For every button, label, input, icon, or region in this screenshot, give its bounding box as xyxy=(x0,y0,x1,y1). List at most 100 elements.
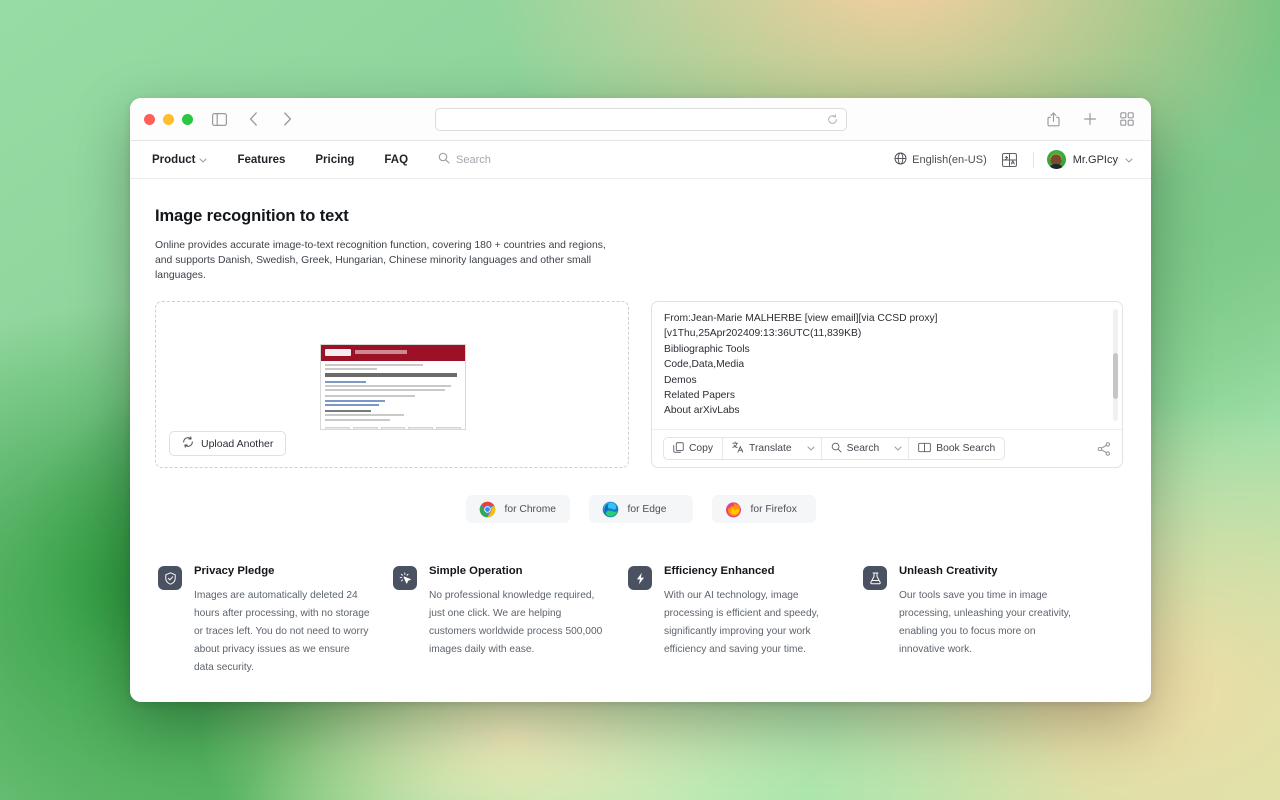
globe-icon xyxy=(894,152,907,168)
page-description: Online provides accurate image-to-text r… xyxy=(155,240,606,281)
ocr-result-text[interactable]: From:Jean-Marie MALHERBE [view email][vi… xyxy=(652,302,1122,429)
feature-title: Privacy Pledge xyxy=(194,565,275,577)
new-tab-button[interactable] xyxy=(1080,109,1100,129)
result-line: From:Jean-Marie MALHERBE [view email][vi… xyxy=(664,313,938,324)
result-scrollbar-thumb[interactable] xyxy=(1113,353,1118,399)
tab-overview-icon[interactable] xyxy=(1117,109,1137,129)
feature-card-creativity: Unleash Creativity Our tools save you ti… xyxy=(863,565,1098,677)
result-line: Related Papers xyxy=(664,390,735,402)
result-line: Bibliographic Tools xyxy=(664,343,750,355)
close-window-button[interactable] xyxy=(144,113,155,125)
search-icon xyxy=(438,152,450,167)
refresh-upload-icon xyxy=(182,436,194,451)
feature-description: Our tools save you time in image process… xyxy=(899,590,1071,655)
copy-label: Copy xyxy=(689,443,714,454)
page-title: Image recognition to text xyxy=(155,207,349,225)
result-line: Demos xyxy=(664,374,697,386)
thumbnail-body xyxy=(321,361,465,429)
address-bar-container xyxy=(434,107,847,131)
browser-extension-buttons: for Chrome for Edge for Firefox xyxy=(155,495,1126,523)
share-icon[interactable] xyxy=(1043,109,1063,129)
thumbnail-header-bar xyxy=(321,345,465,361)
cursor-click-icon xyxy=(393,566,417,590)
book-search-label: Book Search xyxy=(936,443,996,454)
share-nodes-icon[interactable] xyxy=(1097,441,1111,456)
feature-card-simple-operation: Simple Operation No professional knowled… xyxy=(393,565,628,677)
browser-nav-controls xyxy=(209,109,297,129)
nav-search[interactable]: Search xyxy=(438,152,491,167)
workspace: Upload Another From:Jean-Marie MALHERBE … xyxy=(155,301,1126,468)
nav-right-actions: English(en-US) Mr.GPIcy xyxy=(894,150,1133,170)
firefox-logo-icon xyxy=(725,501,742,518)
language-label: English(en-US) xyxy=(912,153,987,166)
extension-chrome-label: for Chrome xyxy=(504,503,557,515)
chrome-logo-icon xyxy=(479,501,496,518)
upload-another-button[interactable]: Upload Another xyxy=(169,431,287,456)
extension-button-edge[interactable]: for Edge xyxy=(588,495,693,523)
address-bar[interactable] xyxy=(434,107,847,131)
user-name: Mr.GPIcy xyxy=(1072,153,1118,166)
result-action-group: Copy Translate Search Book Search xyxy=(663,437,1006,460)
ocr-result-panel: From:Jean-Marie MALHERBE [view email][vi… xyxy=(651,301,1123,468)
uploaded-image-thumbnail[interactable] xyxy=(320,344,466,430)
site-navbar: Product Features Pricing FAQ Search Engl… xyxy=(130,141,1151,179)
feature-card-efficiency: Efficiency Enhanced With our AI technolo… xyxy=(628,565,863,677)
search-dropdown-caret[interactable] xyxy=(888,438,908,459)
search-button[interactable]: Search xyxy=(822,438,889,459)
chevron-down-icon xyxy=(1125,154,1133,166)
avatar xyxy=(1046,150,1066,169)
translate-button[interactable]: Translate xyxy=(723,438,801,459)
book-search-button[interactable]: Book Search xyxy=(909,438,1004,459)
sidebar-toggle-icon[interactable] xyxy=(209,109,229,129)
extension-edge-label: for Edge xyxy=(627,503,667,515)
nav-item-product-label: Product xyxy=(152,153,196,166)
result-line: [v1Thu,25Apr202409:13:36UTC(11,839KB) xyxy=(664,328,862,340)
feature-card-privacy: Privacy Pledge Images are automatically … xyxy=(158,565,393,677)
back-button[interactable] xyxy=(243,109,263,129)
upload-dropzone[interactable]: Upload Another xyxy=(155,301,629,468)
feature-cards: Privacy Pledge Images are automatically … xyxy=(155,565,1126,677)
book-icon xyxy=(918,442,932,456)
extension-firefox-label: for Firefox xyxy=(750,503,797,515)
nav-item-faq[interactable]: FAQ xyxy=(384,154,408,166)
page-content: Image recognition to text Online provide… xyxy=(130,179,1151,702)
result-line: About arXivLabs xyxy=(664,405,740,417)
extension-button-chrome[interactable]: for Chrome xyxy=(465,495,570,523)
translate-label: Translate xyxy=(749,443,792,454)
search-label: Search xyxy=(846,443,880,454)
feature-description: Images are automatically deleted 24 hour… xyxy=(194,590,370,673)
result-line: Code,Data,Media xyxy=(664,359,745,371)
translate-dropdown-caret[interactable] xyxy=(801,438,821,459)
result-toolbar: Copy Translate Search Book Search xyxy=(652,429,1122,467)
edge-logo-icon xyxy=(602,501,619,518)
extension-button-firefox[interactable]: for Firefox xyxy=(711,495,816,523)
feature-title: Unleash Creativity xyxy=(899,565,998,577)
reload-icon[interactable] xyxy=(827,113,838,125)
copy-icon xyxy=(673,441,684,456)
copy-button[interactable]: Copy xyxy=(664,438,722,459)
feature-title: Simple Operation xyxy=(429,565,523,577)
search-icon xyxy=(831,442,842,456)
forward-button[interactable] xyxy=(277,109,297,129)
translate-grid-icon[interactable] xyxy=(1000,150,1020,170)
maximize-window-button[interactable] xyxy=(182,113,193,125)
result-scrollbar[interactable] xyxy=(1113,309,1118,421)
user-menu[interactable]: Mr.GPIcy xyxy=(1046,150,1133,169)
browser-toolbar xyxy=(130,98,1151,141)
nav-links: Product Features Pricing FAQ xyxy=(152,154,408,166)
language-selector[interactable]: English(en-US) xyxy=(894,152,987,168)
shield-check-icon xyxy=(158,566,182,590)
lightning-bolt-icon xyxy=(628,566,652,590)
translate-icon xyxy=(732,441,744,456)
nav-item-pricing[interactable]: Pricing xyxy=(315,154,354,166)
upload-another-label: Upload Another xyxy=(201,437,274,450)
browser-window: Product Features Pricing FAQ Search Engl… xyxy=(130,98,1151,702)
nav-search-placeholder: Search xyxy=(456,153,491,166)
minimize-window-button[interactable] xyxy=(163,113,174,125)
flask-icon xyxy=(863,566,887,590)
window-controls xyxy=(144,113,193,125)
nav-item-features[interactable]: Features xyxy=(237,154,285,166)
nav-item-product[interactable]: Product xyxy=(152,153,208,166)
feature-description: No professional knowledge required, just… xyxy=(429,590,603,655)
feature-title: Efficiency Enhanced xyxy=(664,565,775,577)
